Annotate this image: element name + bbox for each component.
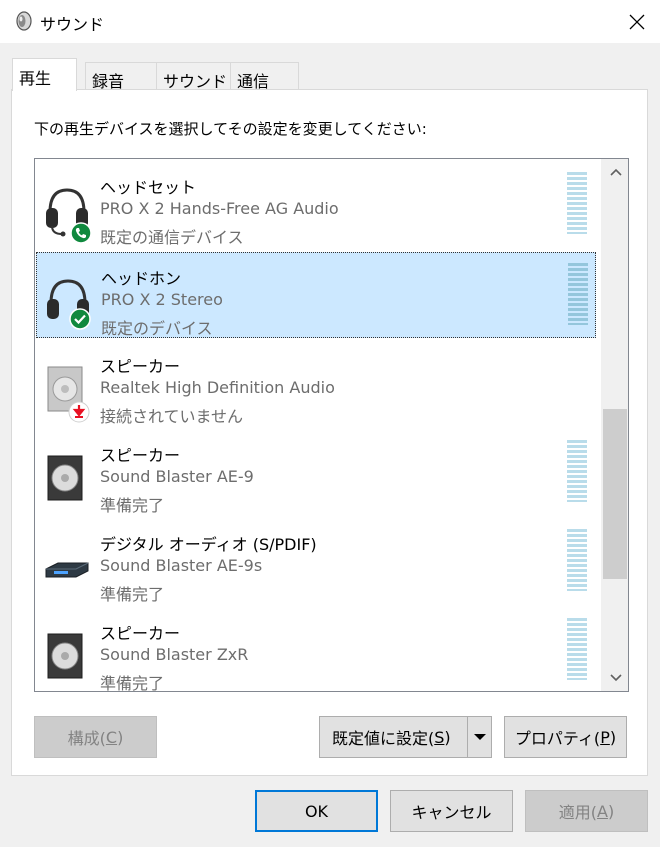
configure-button[interactable]: 構成(C) <box>34 716 157 758</box>
volume-meter <box>567 440 587 502</box>
digital-audio-icon <box>45 562 89 578</box>
device-item-speaker-ae9[interactable]: スピーカー Sound Blaster AE-9 準備完了 <box>36 430 596 516</box>
phone-badge-icon <box>70 222 92 244</box>
device-item-speaker-realtek[interactable]: スピーカー Realtek High Definition Audio 接続され… <box>36 341 596 427</box>
caret-down-icon <box>473 734 486 740</box>
device-item-digital-audio[interactable]: デジタル オーディオ (S/PDIF) Sound Blaster AE-9s … <box>36 519 596 605</box>
device-status: 既定のデバイス <box>101 319 213 338</box>
device-status: 接続されていません <box>100 407 244 426</box>
apply-button[interactable]: 適用(A) <box>525 790 648 832</box>
close-icon <box>629 14 645 30</box>
device-item-headphones[interactable]: ヘッドホン PRO X 2 Stereo 既定のデバイス <box>36 252 596 338</box>
device-status: 準備完了 <box>100 674 165 692</box>
device-description: Sound Blaster AE-9 <box>100 467 254 486</box>
volume-meter <box>567 529 587 591</box>
volume-meter <box>568 263 588 325</box>
scroll-down-button[interactable] <box>602 665 628 691</box>
device-name: スピーカー <box>100 357 181 376</box>
speaker-app-icon <box>16 11 32 31</box>
device-list-scrollbar[interactable] <box>601 159 628 691</box>
close-button[interactable] <box>614 0 660 44</box>
device-description: Realtek High Definition Audio <box>100 378 335 397</box>
volume-meter <box>567 618 587 680</box>
device-status: 既定の通信デバイス <box>100 228 244 247</box>
set-default-button[interactable]: 既定値に設定(S) <box>319 716 492 758</box>
device-name: デジタル オーディオ (S/PDIF) <box>100 535 317 554</box>
title-bar: サウンド <box>0 0 660 44</box>
device-name: ヘッドホン <box>101 269 182 288</box>
set-default-dropdown[interactable] <box>467 717 491 757</box>
speaker-icon <box>47 633 83 679</box>
scroll-up-button[interactable] <box>602 159 628 185</box>
cancel-button[interactable]: キャンセル <box>390 790 513 832</box>
tab-sounds[interactable]: サウンド <box>156 62 231 91</box>
device-name: ヘッドセット <box>100 178 197 197</box>
check-badge-icon <box>69 308 91 330</box>
device-item-speaker-zxr[interactable]: スピーカー Sound Blaster ZxR 準備完了 <box>36 608 596 692</box>
device-name: スピーカー <box>100 624 181 643</box>
instruction-text: 下の再生デバイスを選択してその設定を変更してください: <box>34 120 427 138</box>
tab-recording[interactable]: 録音 <box>85 62 157 91</box>
playback-panel: 下の再生デバイスを選択してその設定を変更してください: ヘッドセット PRO X… <box>11 89 648 776</box>
device-description: Sound Blaster AE-9s <box>100 556 263 575</box>
device-status: 準備完了 <box>100 585 165 604</box>
device-item-headset[interactable]: ヘッドセット PRO X 2 Hands-Free AG Audio 既定の通信… <box>36 162 596 248</box>
device-description: PRO X 2 Stereo <box>101 290 223 309</box>
device-status: 準備完了 <box>100 496 165 515</box>
scrollbar-thumb[interactable] <box>603 409 627 579</box>
chevron-down-icon <box>609 674 622 682</box>
chevron-up-icon <box>609 168 622 176</box>
tab-communications[interactable]: 通信 <box>230 62 299 91</box>
volume-meter <box>567 172 587 234</box>
device-list[interactable]: ヘッドセット PRO X 2 Hands-Free AG Audio 既定の通信… <box>34 158 629 692</box>
tab-playback[interactable]: 再生 <box>12 58 77 91</box>
device-description: PRO X 2 Hands-Free AG Audio <box>100 199 339 218</box>
device-description: Sound Blaster ZxR <box>100 645 249 664</box>
ok-button[interactable]: OK <box>255 790 378 832</box>
window-title: サウンド <box>40 15 105 34</box>
properties-button[interactable]: プロパティ(P) <box>504 716 627 758</box>
speaker-icon <box>47 455 83 501</box>
device-name: スピーカー <box>100 446 181 465</box>
disconnected-badge-icon <box>68 401 90 423</box>
